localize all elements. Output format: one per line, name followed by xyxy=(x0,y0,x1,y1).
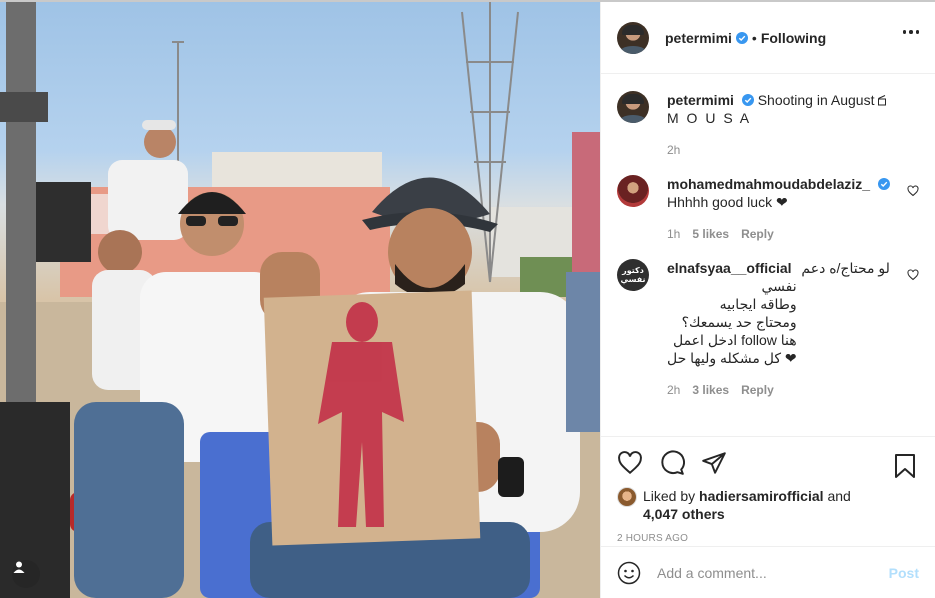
post-actions: Liked by hadiersamirofficial and 4,047 o… xyxy=(601,436,935,544)
likes-summary: Liked by hadiersamirofficial and 4,047 o… xyxy=(617,487,919,523)
comment-text-line: هنا follow ادخل اعمل xyxy=(672,332,797,348)
liked-by-prefix: Liked by xyxy=(643,488,696,504)
reply-button[interactable]: Reply xyxy=(741,381,774,399)
comment-likes[interactable]: 5 likes xyxy=(692,225,729,243)
comment-time[interactable]: 1h xyxy=(667,225,680,243)
caption-time[interactable]: 2h xyxy=(667,141,680,159)
liker-username[interactable]: hadiersamirofficial xyxy=(699,488,824,504)
comment-icon[interactable] xyxy=(659,450,685,476)
author-avatar[interactable] xyxy=(617,21,649,54)
post-timestamp[interactable]: 2 HOURS AGO xyxy=(617,533,919,544)
comment-time[interactable]: 2h xyxy=(667,381,680,399)
user-tag-icon[interactable] xyxy=(12,560,40,588)
person-icon xyxy=(13,561,25,573)
bookmark-icon[interactable] xyxy=(893,453,917,479)
comment-text: Hhhhh good luck ❤ xyxy=(667,194,788,210)
post-comment-button[interactable]: Post xyxy=(889,565,919,581)
commenter-avatar[interactable]: دكتور نفسي xyxy=(617,259,649,291)
verified-badge-icon xyxy=(735,31,748,44)
comment-text-line: ومحتاج حد يسمعك؟ xyxy=(681,314,797,330)
emoji-icon[interactable] xyxy=(617,561,641,585)
likes-others[interactable]: 4,047 others xyxy=(643,506,725,522)
caption-text-line2: M O U S A xyxy=(667,110,752,126)
post-side-panel: petermimi • Following petermimi Shooting… xyxy=(600,2,935,598)
comment-item: دكتور نفسي elnafsyaa__official لو محتاج/… xyxy=(617,259,919,399)
liker-avatar[interactable] xyxy=(617,487,637,507)
reply-button[interactable]: Reply xyxy=(741,225,774,243)
comment-username[interactable]: elnafsyaa__official xyxy=(667,260,792,276)
comments-list: petermimi Shooting in August M O U S A 2… xyxy=(601,75,935,436)
comment-like-heart-icon[interactable] xyxy=(907,185,919,197)
comment-item: mohamedmahmoudabdelaziz_ Hhhhh good luck… xyxy=(617,175,919,243)
add-comment-bar: Post xyxy=(601,546,935,598)
comment-text-line: لو محتاج/ه دعم xyxy=(801,260,890,276)
caption: petermimi Shooting in August M O U S A 2… xyxy=(617,91,919,159)
caption-avatar[interactable] xyxy=(617,91,649,123)
comment-text-line: ❤ كل مشكله وليها حل xyxy=(667,350,797,366)
paper-plane-icon[interactable] xyxy=(701,450,727,476)
comment-text-line: وطاقه ايجابيه xyxy=(719,296,797,312)
comment-username[interactable]: mohamedmahmoudabdelaziz_ xyxy=(667,176,870,192)
more-options-icon[interactable] xyxy=(902,30,919,34)
comment-input[interactable] xyxy=(657,564,889,581)
heart-icon[interactable] xyxy=(617,450,643,476)
following-button[interactable]: Following xyxy=(761,30,826,46)
verified-badge-icon xyxy=(741,94,754,106)
verified-badge-icon xyxy=(877,178,890,190)
caption-username[interactable]: petermimi xyxy=(667,92,734,108)
commenter-avatar[interactable] xyxy=(617,175,649,207)
liked-by-conj: and xyxy=(827,488,851,504)
author-username[interactable]: petermimi xyxy=(665,30,732,46)
instagram-post: petermimi • Following petermimi Shooting… xyxy=(0,0,935,598)
caption-text: Shooting in August xyxy=(757,92,875,108)
post-photo[interactable] xyxy=(0,2,600,598)
post-header: petermimi • Following xyxy=(601,2,935,74)
comment-like-heart-icon[interactable] xyxy=(907,269,919,281)
comment-text-line: نفسي xyxy=(761,278,797,294)
photo-scene xyxy=(0,2,600,598)
comment-likes[interactable]: 3 likes xyxy=(692,381,729,399)
clapperboard-icon xyxy=(878,95,887,106)
separator-dot: • xyxy=(751,29,757,46)
